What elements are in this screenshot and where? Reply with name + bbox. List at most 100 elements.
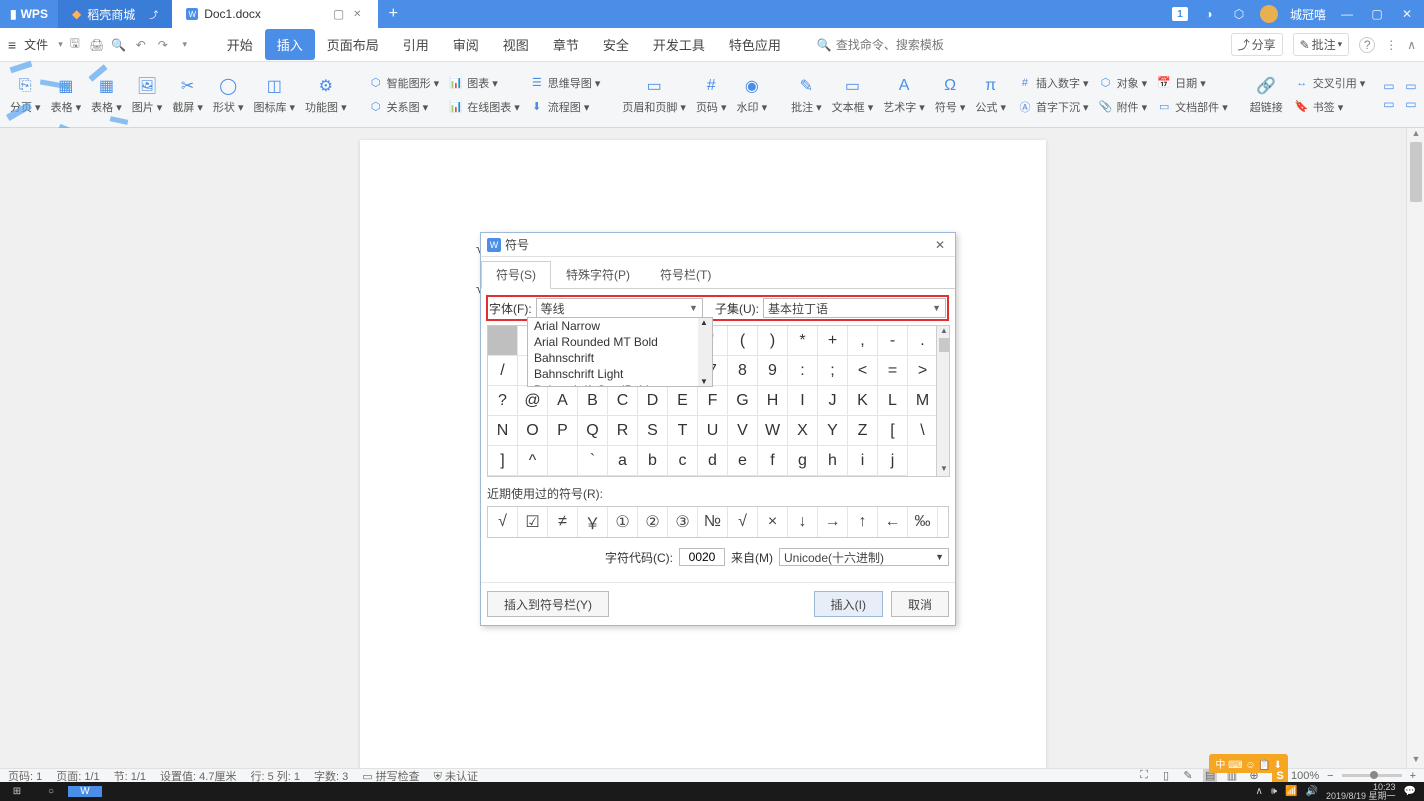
- ribbon-超链接[interactable]: 🔗超链接: [1246, 75, 1287, 115]
- ribbon-批注[interactable]: ✎批注 ▾: [787, 75, 826, 115]
- qat-preview-icon[interactable]: 🔍: [111, 38, 127, 52]
- subset-combo[interactable]: 基本拉丁语▼: [763, 298, 946, 318]
- window-minimize[interactable]: —: [1338, 7, 1356, 21]
- recent-char-cell[interactable]: ‰: [908, 507, 938, 537]
- recent-char-cell[interactable]: ￥: [578, 507, 608, 537]
- ribbon-关系图[interactable]: ⬡关系图 ▾: [367, 98, 442, 116]
- gift-icon[interactable]: ⬡: [1230, 7, 1248, 21]
- char-cell[interactable]: >: [908, 356, 938, 386]
- new-tab-button[interactable]: +: [378, 5, 408, 23]
- tab-close-icon[interactable]: ✕: [350, 7, 364, 21]
- ribbon-文档部件[interactable]: ▭文档部件 ▾: [1155, 98, 1230, 116]
- char-cell[interactable]: `: [578, 446, 608, 476]
- ribbon-图表[interactable]: 📊图表 ▾: [447, 74, 522, 92]
- tray-wifi-icon[interactable]: 📶: [1285, 786, 1297, 797]
- cancel-button[interactable]: 取消: [891, 591, 949, 617]
- char-cell[interactable]: Q: [578, 416, 608, 446]
- recent-char-cell[interactable]: ↓: [788, 507, 818, 537]
- command-search[interactable]: 🔍 查找命令、搜索模板: [817, 36, 944, 53]
- chevron-down-icon[interactable]: ▼: [689, 303, 698, 313]
- char-cell[interactable]: :: [788, 356, 818, 386]
- menu-tab-8[interactable]: 开发工具: [641, 29, 717, 60]
- recent-char-cell[interactable]: ←: [878, 507, 908, 537]
- notifications-icon[interactable]: 💬: [1404, 786, 1416, 797]
- char-cell[interactable]: d: [698, 446, 728, 476]
- search-icon[interactable]: ○: [34, 786, 68, 797]
- vertical-scrollbar[interactable]: ▲ ▼: [1406, 128, 1424, 768]
- wps-taskbar-icon[interactable]: W: [68, 786, 102, 797]
- char-cell[interactable]: ,: [848, 326, 878, 356]
- ribbon-流程图[interactable]: ⬇流程图 ▾: [528, 98, 603, 116]
- ribbon-功能图[interactable]: ⚙功能图 ▾: [301, 75, 351, 115]
- char-cell[interactable]: g: [788, 446, 818, 476]
- chevron-down-icon[interactable]: ▼: [932, 303, 941, 313]
- ribbon-公式[interactable]: π公式 ▾: [971, 75, 1010, 115]
- char-cell[interactable]: (: [728, 326, 758, 356]
- recent-char-cell[interactable]: ①: [608, 507, 638, 537]
- taskbar-clock[interactable]: 10:23 2019/8/19 星期一: [1326, 783, 1396, 801]
- ribbon-日期[interactable]: 📅日期 ▾: [1155, 74, 1230, 92]
- insert-button[interactable]: 插入(I): [814, 591, 883, 617]
- ribbon-mini-icon[interactable]: ▭: [1405, 79, 1423, 93]
- recent-char-cell[interactable]: →: [818, 507, 848, 537]
- char-cell[interactable]: P: [548, 416, 578, 446]
- char-cell[interactable]: a: [608, 446, 638, 476]
- menu-tab-6[interactable]: 章节: [541, 29, 591, 60]
- char-cell[interactable]: 8: [728, 356, 758, 386]
- window-close[interactable]: ✕: [1398, 7, 1416, 21]
- window-maximize[interactable]: ▢: [1368, 7, 1386, 21]
- font-option[interactable]: Bahnschrift: [528, 350, 712, 366]
- char-cell[interactable]: D: [638, 386, 668, 416]
- char-cell[interactable]: E: [668, 386, 698, 416]
- char-cell[interactable]: .: [908, 326, 938, 356]
- font-option[interactable]: Bahnschrift SemiBold: [528, 382, 712, 387]
- fullscreen-icon[interactable]: ⛶: [1137, 769, 1151, 782]
- ribbon-表格[interactable]: ▦表格 ▾: [47, 75, 86, 115]
- ribbon-图片[interactable]: 🖼图片 ▾: [128, 75, 167, 115]
- recent-char-cell[interactable]: √: [728, 507, 758, 537]
- edit-icon[interactable]: ✎: [1181, 769, 1195, 782]
- char-cell[interactable]: J: [818, 386, 848, 416]
- ribbon-附件[interactable]: 📎附件 ▾: [1097, 98, 1150, 116]
- tab-template-store[interactable]: ◆稻壳商城 ⤴: [58, 0, 172, 28]
- insert-to-bar-button[interactable]: 插入到符号栏(Y): [487, 591, 609, 617]
- dialog-close-icon[interactable]: ✕: [931, 238, 949, 252]
- menu-tab-0[interactable]: 开始: [215, 29, 265, 60]
- char-cell[interactable]: Y: [818, 416, 848, 446]
- char-cell[interactable]: U: [698, 416, 728, 446]
- ribbon-图标库[interactable]: ◫图标库 ▾: [249, 75, 299, 115]
- char-cell[interactable]: 9: [758, 356, 788, 386]
- char-cell[interactable]: I: [788, 386, 818, 416]
- ribbon-在线图表[interactable]: 📊在线图表 ▾: [447, 98, 522, 116]
- ribbon-页码[interactable]: #页码 ▾: [692, 75, 731, 115]
- charcode-input[interactable]: [679, 548, 725, 566]
- char-cell[interactable]: <: [848, 356, 878, 386]
- dialog-tab-0[interactable]: 符号(S): [481, 261, 551, 289]
- char-cell[interactable]: f: [758, 446, 788, 476]
- ribbon-书签[interactable]: 🔖书签 ▾: [1293, 98, 1368, 116]
- char-cell[interactable]: [: [878, 416, 908, 446]
- font-dropdown-list[interactable]: ▲▼ Arial NarrowArial Rounded MT BoldBahn…: [527, 317, 713, 387]
- char-cell[interactable]: Z: [848, 416, 878, 446]
- ribbon-思维导图[interactable]: ☰思维导图 ▾: [528, 74, 603, 92]
- more-icon[interactable]: ⋮: [1385, 38, 1397, 52]
- char-cell[interactable]: N: [488, 416, 518, 446]
- char-cell[interactable]: A: [548, 386, 578, 416]
- ribbon-分页[interactable]: ⎘分页 ▾: [6, 75, 45, 115]
- font-option[interactable]: Arial Rounded MT Bold: [528, 334, 712, 350]
- view-icon[interactable]: ▯: [1159, 769, 1173, 782]
- recent-char-cell[interactable]: ≠: [548, 507, 578, 537]
- ribbon-页眉和页脚[interactable]: ▭页眉和页脚 ▾: [618, 75, 690, 115]
- recent-char-cell[interactable]: ↑: [848, 507, 878, 537]
- char-cell[interactable]: [488, 326, 518, 356]
- char-cell[interactable]: /: [488, 356, 518, 386]
- char-cell[interactable]: W: [758, 416, 788, 446]
- char-cell[interactable]: H: [758, 386, 788, 416]
- char-cell[interactable]: ): [758, 326, 788, 356]
- menu-tab-1[interactable]: 插入: [265, 29, 315, 60]
- hamburger-icon[interactable]: ≡: [8, 37, 16, 53]
- font-combo[interactable]: 等线▼: [536, 298, 703, 318]
- ribbon-表格[interactable]: ▦表格 ▾: [87, 75, 126, 115]
- scroll-thumb[interactable]: [1410, 142, 1422, 202]
- char-cell[interactable]: h: [818, 446, 848, 476]
